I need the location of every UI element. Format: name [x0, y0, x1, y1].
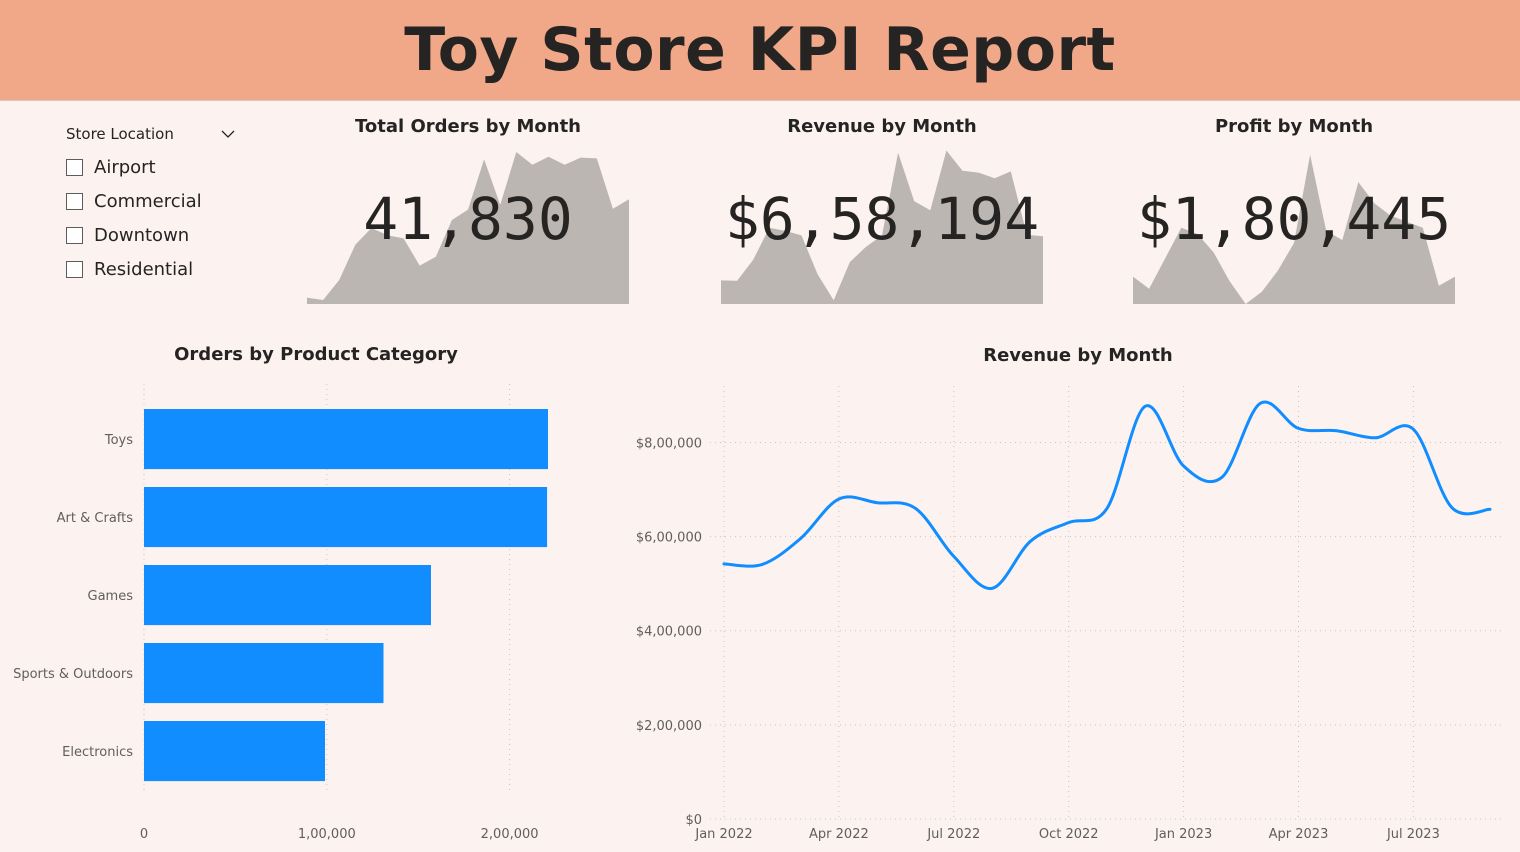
bar[interactable]: [144, 565, 431, 626]
x-tick-label: 0: [140, 827, 148, 842]
category-label: Games: [88, 589, 134, 604]
kpi-value: 41,830: [363, 185, 573, 253]
y-tick-label: $8,00,000: [636, 436, 702, 451]
checkbox[interactable]: [66, 260, 83, 278]
category-label: Toys: [104, 433, 133, 448]
category-label: Art & Crafts: [57, 511, 134, 526]
x-tick-label: Apr 2023: [1269, 827, 1329, 842]
kpi-card-total-orders[interactable]: Total Orders by Month 41,830: [307, 116, 629, 304]
line-chart-title: Revenue by Month: [983, 345, 1173, 366]
slicer-option-downtown[interactable]: Downtown: [66, 218, 236, 252]
x-tick-label: Jul 2022: [926, 827, 980, 842]
orders-by-category-chart[interactable]: 0 1,00,000 2,00,000 Toys Art & Crafts Games Sp…: [0, 376, 640, 852]
x-tick-label: Apr 2022: [809, 827, 869, 842]
bar[interactable]: [144, 487, 548, 548]
y-tick-label: $2,00,000: [636, 719, 702, 734]
kpi-card-revenue[interactable]: Revenue by Month $6,58,194: [721, 116, 1043, 304]
bar-chart-title: Orders by Product Category: [174, 344, 458, 365]
kpi-title: Revenue by Month: [787, 116, 977, 137]
checkbox[interactable]: [66, 226, 83, 244]
revenue-line[interactable]: [722, 400, 1492, 590]
slicer-option-airport[interactable]: Airport: [66, 150, 236, 184]
checkbox[interactable]: [66, 192, 83, 210]
report-title: Toy Store KPI Report: [404, 15, 1116, 85]
checkbox[interactable]: [66, 158, 83, 176]
bar[interactable]: [144, 409, 548, 470]
kpi-value: $1,80,445: [1136, 185, 1452, 253]
x-tick-label: Jul 2023: [1386, 827, 1440, 842]
category-label: Sports & Outdoors: [13, 667, 133, 682]
store-location-slicer[interactable]: Store Location Airport Commercial Downto…: [66, 122, 236, 286]
x-tick-label: Oct 2022: [1039, 827, 1099, 842]
slicer-header: Store Location: [66, 122, 236, 146]
bar[interactable]: [144, 721, 325, 782]
revenue-by-month-chart[interactable]: $0 $2,00,000 $4,00,000 $6,00,000 $8,00,000 Ja…: [630, 376, 1520, 852]
kpi-value: $6,58,194: [724, 185, 1040, 253]
x-tick-label: Jan 2022: [694, 827, 752, 842]
x-tick-label: 2,00,000: [481, 827, 539, 842]
kpi-card-profit[interactable]: Profit by Month $1,80,445: [1133, 116, 1455, 304]
y-tick-label: $0: [685, 813, 702, 828]
report-header: Toy Store KPI Report: [0, 0, 1520, 101]
x-tick-label: 1,00,000: [298, 827, 356, 842]
slicer-option-label: Airport: [94, 156, 156, 178]
kpi-title: Profit by Month: [1214, 116, 1374, 137]
slicer-option-commercial[interactable]: Commercial: [66, 184, 236, 218]
kpi-title: Total Orders by Month: [355, 116, 581, 137]
slicer-title: Store Location: [66, 125, 174, 143]
y-tick-label: $6,00,000: [636, 531, 702, 546]
bar[interactable]: [144, 643, 384, 704]
x-tick-label: Jan 2023: [1154, 827, 1212, 842]
slicer-option-residential[interactable]: Residential: [66, 252, 236, 286]
category-label: Electronics: [62, 745, 133, 760]
slicer-option-label: Commercial: [94, 190, 202, 212]
slicer-option-label: Residential: [94, 258, 194, 280]
slicer-option-label: Downtown: [94, 224, 190, 246]
y-tick-label: $4,00,000: [636, 625, 702, 640]
chevron-down-icon[interactable]: [220, 126, 236, 142]
